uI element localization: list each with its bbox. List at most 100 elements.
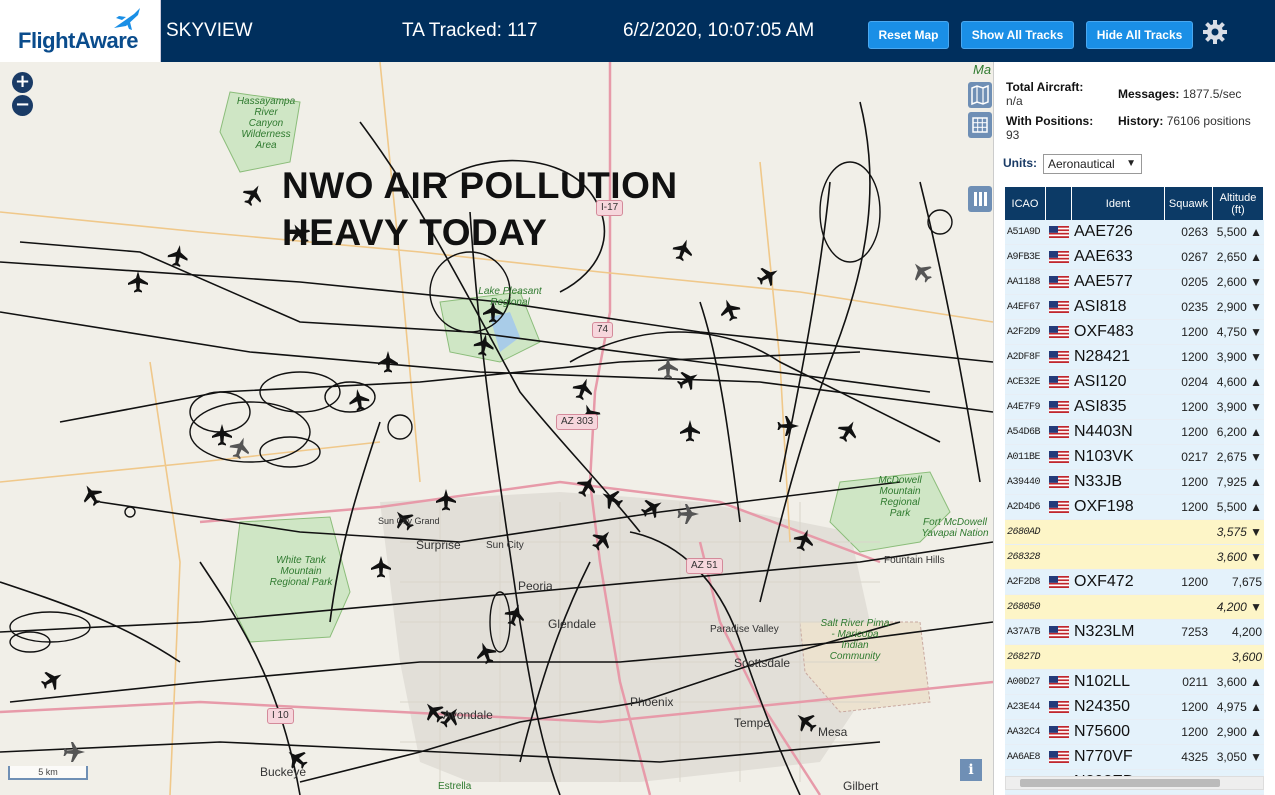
zoom-out-button[interactable]: −: [12, 95, 33, 116]
reset-map-button[interactable]: Reset Map: [868, 21, 949, 49]
zoom-in-button[interactable]: +: [12, 72, 33, 93]
us-flag-icon: [1049, 426, 1069, 438]
row-icao: A37A7B: [1007, 626, 1041, 638]
gear-icon[interactable]: [1202, 19, 1228, 45]
row-flag: [1046, 720, 1072, 744]
column-ident[interactable]: Ident: [1072, 187, 1165, 220]
airplane-icon[interactable]: [680, 420, 700, 442]
row-altitude: 2,675 ▼: [1216, 450, 1262, 464]
airplane-icon[interactable]: [834, 416, 862, 445]
airplane-icon[interactable]: [38, 666, 67, 694]
column-icao[interactable]: ICAO: [1005, 187, 1046, 220]
row-squawk: [1165, 645, 1213, 669]
row-altitude: 2,900 ▼: [1216, 300, 1262, 314]
table-row[interactable]: A2DF8F N28421 1200 3,900 ▼: [1005, 345, 1264, 370]
row-icao: A2DF8F: [1007, 351, 1041, 363]
table-row[interactable]: A9FB3E AAE633 0267 2,650 ▲: [1005, 245, 1264, 270]
airplane-icon[interactable]: [128, 271, 148, 293]
info-button[interactable]: i: [960, 759, 982, 781]
us-flag-icon: [1049, 451, 1069, 463]
table-row[interactable]: 268328 3,600 ▼: [1005, 545, 1264, 570]
place-avondale: Avondale: [443, 708, 493, 722]
table-row[interactable]: 268050 4,200 ▼: [1005, 595, 1264, 620]
tracked-count: TA Tracked: 117: [402, 20, 538, 41]
flightaware-logo[interactable]: FlightAware: [0, 0, 161, 62]
horizontal-scrollbar[interactable]: [1005, 776, 1264, 790]
table-row[interactable]: A23E44 N24350 1200 4,975 ▲: [1005, 695, 1264, 720]
row-icao: 268050: [1007, 601, 1041, 613]
table-row[interactable]: AA6AE8 N770VF 4325 3,050 ▼: [1005, 745, 1264, 770]
row-altitude: 3,600: [1231, 650, 1262, 664]
row-flag: [1046, 320, 1072, 344]
scrollbar-thumb[interactable]: [1020, 779, 1220, 787]
airplane-icon[interactable]: [63, 742, 86, 762]
airplane-icon[interactable]: [570, 375, 596, 402]
flight-map[interactable]: Surprise Sun City Sun City Grand Peoria …: [0, 62, 993, 795]
row-ident: N33JB: [1074, 473, 1123, 490]
table-row[interactable]: A4E7F9 ASI835 1200 3,900 ▼: [1005, 395, 1264, 420]
row-altitude: 4,600 ▲: [1216, 375, 1262, 389]
show-all-tracks-button[interactable]: Show All Tracks: [961, 21, 1074, 49]
row-altitude: 4,200 ▼: [1216, 600, 1262, 614]
grid-layer-button[interactable]: [968, 112, 992, 138]
table-row[interactable]: A4EF67 ASI818 0235 2,900 ▼: [1005, 295, 1264, 320]
units-selected-value: Aeronautical: [1048, 157, 1115, 171]
airplane-icon[interactable]: [907, 257, 936, 286]
table-row[interactable]: 26827D 3,600: [1005, 645, 1264, 670]
airplane-icon[interactable]: [777, 416, 800, 436]
row-icao: 26827D: [1007, 651, 1041, 663]
airplane-icon[interactable]: [754, 262, 783, 290]
table-row[interactable]: AA1188 AAE577 0205 2,600 ▼: [1005, 270, 1264, 295]
stat-history-value: 76106 positions: [1166, 114, 1251, 128]
columns-icon: [974, 192, 987, 206]
us-flag-icon: [1049, 251, 1069, 263]
table-row[interactable]: A2F2D8 OXF472 1200 7,675: [1005, 570, 1264, 595]
us-flag-icon: [1049, 226, 1069, 238]
column-squawk[interactable]: Squawk: [1165, 187, 1213, 220]
row-flag: [1046, 370, 1072, 394]
row-flag: [1046, 345, 1072, 369]
row-icao: A39440: [1007, 476, 1041, 488]
map-layer-button[interactable]: [968, 82, 992, 108]
table-row[interactable]: A2D4D6 OXF198 1200 5,500 ▲: [1005, 495, 1264, 520]
row-flag: [1046, 670, 1072, 694]
table-row[interactable]: A51A9D AAE726 0263 5,500 ▲: [1005, 220, 1264, 245]
table-row[interactable]: 2680AD 3,575 ▼: [1005, 520, 1264, 545]
table-row[interactable]: A011BE N103VK 0217 2,675 ▼: [1005, 445, 1264, 470]
table-row[interactable]: A39440 N33JB 1200 7,925 ▲: [1005, 470, 1264, 495]
table-row[interactable]: ACE32E ASI120 0204 4,600 ▲: [1005, 370, 1264, 395]
row-squawk: [1165, 595, 1213, 619]
units-label: Units:: [1003, 156, 1037, 170]
park-label-hassayampa: Hassayampa River Canyon Wilderness Area: [236, 96, 296, 151]
row-altitude: 3,600 ▲: [1216, 675, 1262, 689]
hide-all-tracks-button[interactable]: Hide All Tracks: [1086, 21, 1193, 49]
airplane-icon[interactable]: [212, 424, 232, 446]
table-row[interactable]: A54D6B N4403N 1200 6,200 ▲: [1005, 420, 1264, 445]
table-row[interactable]: A2F2D9 OXF483 1200 4,750 ▼: [1005, 320, 1264, 345]
logo-wordmark: FlightAware: [18, 28, 139, 53]
row-squawk: 0235: [1181, 300, 1208, 314]
table-row[interactable]: AA32C4 N75600 1200 2,900 ▲: [1005, 720, 1264, 745]
airplane-icon[interactable]: [378, 351, 398, 373]
table-row[interactable]: A00D27 N102LL 0211 3,600 ▲: [1005, 670, 1264, 695]
units-select[interactable]: Aeronautical ▼: [1043, 154, 1142, 174]
table-row[interactable]: A37A7B N323LM 7253 4,200: [1005, 620, 1264, 645]
row-ident: N770VF: [1074, 748, 1133, 765]
row-ident: AAE726: [1074, 223, 1133, 240]
row-icao: A9FB3E: [1007, 251, 1041, 263]
row-flag: [1046, 545, 1072, 569]
airplane-icon[interactable]: [78, 480, 106, 509]
airplane-icon[interactable]: [239, 180, 267, 209]
grid-icon: [972, 117, 988, 133]
place-estrella: Estrella: [438, 781, 472, 792]
table-body: A51A9D AAE726 0263 5,500 ▲ A9FB3E AAE633 0267 2…: [1005, 220, 1264, 795]
row-altitude: 4,200: [1231, 625, 1262, 639]
map-icon: [971, 84, 989, 106]
column-altitude[interactable]: Altitude (ft): [1213, 187, 1264, 220]
row-ident: AAE577: [1074, 273, 1133, 290]
place-surprise: Surprise: [416, 538, 461, 552]
column-flag[interactable]: [1046, 187, 1072, 220]
columns-toggle-button[interactable]: [968, 186, 992, 212]
row-flag: [1046, 245, 1072, 269]
airplane-icon[interactable]: [717, 296, 743, 323]
